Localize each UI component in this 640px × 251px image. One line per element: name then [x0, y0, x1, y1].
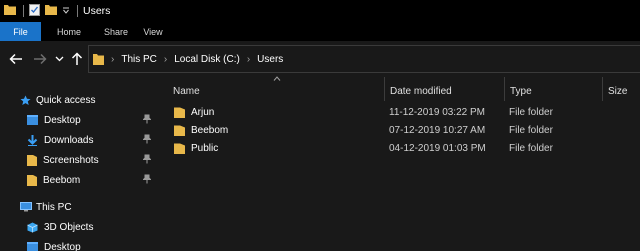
customize-toolbar-chevron-icon[interactable]: [62, 5, 70, 18]
sidebar-item-this-pc[interactable]: This PC: [0, 197, 160, 217]
sidebar-item-quick-access[interactable]: Quick access: [0, 90, 160, 110]
file-row[interactable]: Public 04-12-2019 01:03 PM File folder: [160, 139, 640, 157]
type-cell: File folder: [509, 106, 553, 118]
tab-view[interactable]: View: [135, 22, 171, 41]
date-modified-cell: 11-12-2019 03:22 PM: [389, 106, 485, 118]
title-separator: [77, 5, 78, 17]
column-header-date-modified[interactable]: Date modified: [390, 81, 452, 101]
breadcrumb-this-pc[interactable]: This PC: [121, 54, 157, 65]
file-name-cell: Public: [174, 139, 218, 157]
pin-icon: [143, 174, 151, 184]
breadcrumb-users[interactable]: Users: [257, 54, 283, 65]
file-name: Arjun: [191, 106, 215, 118]
pin-icon: [143, 114, 151, 124]
sidebar-item-3d-objects[interactable]: 3D Objects: [0, 217, 160, 237]
file-row[interactable]: Arjun 11-12-2019 03:22 PM File folder: [160, 103, 640, 121]
computer-icon: [20, 202, 32, 212]
up-button[interactable]: [69, 50, 85, 68]
sidebar-item-label: Quick access: [36, 94, 96, 106]
sort-ascending-caret-icon: [273, 76, 281, 81]
breadcrumb-local-disk[interactable]: Local Disk (C:): [174, 54, 240, 65]
sidebar-item-label: Desktop: [44, 241, 81, 251]
column-divider[interactable]: [602, 77, 603, 101]
chevron-down-icon: [55, 56, 63, 62]
forward-button[interactable]: [32, 50, 48, 68]
folder-icon: [93, 53, 104, 65]
forward-arrow-icon: [34, 53, 47, 65]
file-name-cell: Beebom: [174, 121, 228, 139]
sidebar-item-label: This PC: [36, 201, 72, 213]
sidebar-item-label: Downloads: [44, 134, 94, 146]
type-cell: File folder: [509, 142, 553, 154]
folder-icon: [27, 174, 37, 186]
sidebar-item-screenshots[interactable]: Screenshots: [0, 150, 160, 170]
column-divider[interactable]: [504, 77, 505, 101]
column-divider[interactable]: [384, 77, 385, 101]
folder-icon: [174, 107, 185, 118]
tab-file[interactable]: File: [0, 22, 41, 41]
properties-icon[interactable]: [29, 3, 40, 19]
folder-icon: [174, 125, 185, 136]
breadcrumb-chevron-icon[interactable]: ›: [247, 54, 250, 65]
title-bar: Users: [0, 0, 640, 22]
recent-locations-button[interactable]: [53, 50, 65, 68]
folder-icon: [27, 154, 37, 166]
ribbon-tabs: File Home Share View: [0, 22, 640, 41]
cube-icon: [27, 222, 38, 232]
folder-icon[interactable]: [4, 4, 16, 18]
date-modified-cell: 07-12-2019 10:27 AM: [389, 124, 486, 136]
sidebar-item-label: Screenshots: [43, 154, 99, 166]
new-folder-icon[interactable]: [45, 4, 57, 18]
file-name: Beebom: [191, 124, 229, 136]
window-title: Users: [83, 5, 111, 17]
desktop-icon: [27, 242, 38, 251]
back-button[interactable]: [8, 50, 24, 68]
column-header-name[interactable]: Name: [173, 81, 200, 101]
sidebar-item-label: Beebom: [43, 174, 81, 186]
sidebar-item-beebom[interactable]: Beebom: [0, 170, 160, 190]
sidebar-item-label: 3D Objects: [44, 221, 94, 233]
file-list: Name Date modified Type Size Arjun 11-12…: [160, 76, 640, 251]
sidebar-item-desktop-pc[interactable]: Desktop: [0, 237, 160, 251]
star-icon: [20, 95, 31, 105]
column-header-size[interactable]: Size: [608, 81, 627, 101]
file-name-cell: Arjun: [174, 103, 214, 121]
pin-icon: [143, 154, 151, 164]
type-cell: File folder: [509, 124, 553, 136]
column-header-type[interactable]: Type: [510, 81, 532, 101]
date-modified-cell: 04-12-2019 01:03 PM: [389, 142, 486, 154]
tab-home[interactable]: Home: [41, 22, 97, 41]
address-bar[interactable]: › This PC › Local Disk (C:) › Users: [88, 45, 640, 73]
breadcrumb-chevron-icon[interactable]: ›: [164, 54, 167, 65]
breadcrumb-chevron-icon: ›: [111, 53, 115, 65]
download-arrow-icon: [27, 134, 38, 146]
pin-icon: [143, 134, 151, 144]
sidebar-item-downloads[interactable]: Downloads: [0, 130, 160, 150]
title-separator: [23, 5, 24, 17]
navigation-pane: Quick access Desktop Downloads Screensho…: [0, 77, 160, 251]
file-name: Public: [191, 142, 219, 154]
folder-icon: [174, 143, 185, 154]
up-arrow-icon: [71, 52, 83, 65]
desktop-icon: [27, 115, 38, 125]
tab-share[interactable]: Share: [97, 22, 135, 41]
sidebar-item-label: Desktop: [44, 114, 81, 126]
file-row[interactable]: Beebom 07-12-2019 10:27 AM File folder: [160, 121, 640, 139]
sidebar-item-desktop[interactable]: Desktop: [0, 110, 160, 130]
back-arrow-icon: [9, 53, 22, 65]
